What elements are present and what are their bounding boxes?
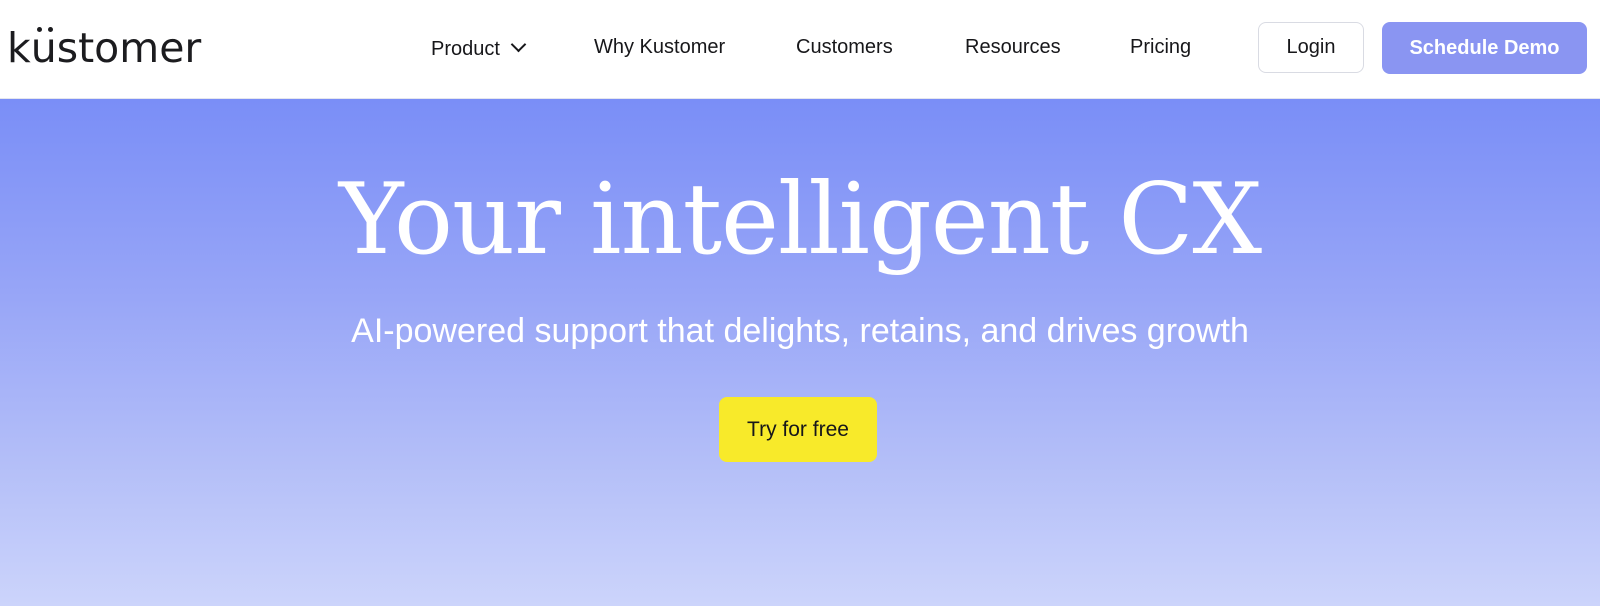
hero-subtitle: AI-powered support that delights, retain…	[351, 312, 1249, 350]
site-header: k ustomer Product Why Kustomer Customers …	[0, 0, 1600, 99]
hero-section: Your intelligent CX AI-powered support t…	[0, 99, 1600, 606]
logo-eye-left	[36, 27, 42, 32]
login-button[interactable]: Login	[1258, 22, 1364, 73]
kustomer-logo[interactable]: k ustomer	[7, 20, 201, 76]
schedule-demo-button[interactable]: Schedule Demo	[1382, 22, 1587, 74]
logo-u-with-eyes: u	[31, 20, 57, 76]
nav-item-label: Resources	[965, 36, 1061, 58]
nav-item-label: Product	[431, 38, 500, 60]
try-for-free-button-label: Try for free	[747, 417, 849, 441]
nav-item-customers[interactable]: Customers	[796, 33, 893, 61]
logo-eye-right	[47, 27, 53, 32]
login-button-label: Login	[1286, 36, 1336, 58]
nav-item-resources[interactable]: Resources	[965, 33, 1061, 61]
try-for-free-button[interactable]: Try for free	[719, 397, 877, 462]
chevron-down-icon	[510, 36, 527, 53]
logo-text-u: u	[30, 24, 57, 72]
nav-item-label: Why Kustomer	[594, 36, 726, 58]
logo-text-suffix: stomer	[56, 24, 202, 72]
nav-item-why-kustomer[interactable]: Why Kustomer	[594, 33, 725, 61]
schedule-demo-button-label: Schedule Demo	[1409, 36, 1560, 59]
nav-item-label: Customers	[796, 36, 893, 58]
nav-item-label: Pricing	[1130, 36, 1192, 58]
nav-item-product[interactable]: Product	[431, 35, 527, 63]
hero-title: Your intelligent CX	[338, 163, 1262, 277]
nav-item-pricing[interactable]: Pricing	[1130, 33, 1191, 61]
logo-text-prefix: k	[7, 24, 31, 72]
